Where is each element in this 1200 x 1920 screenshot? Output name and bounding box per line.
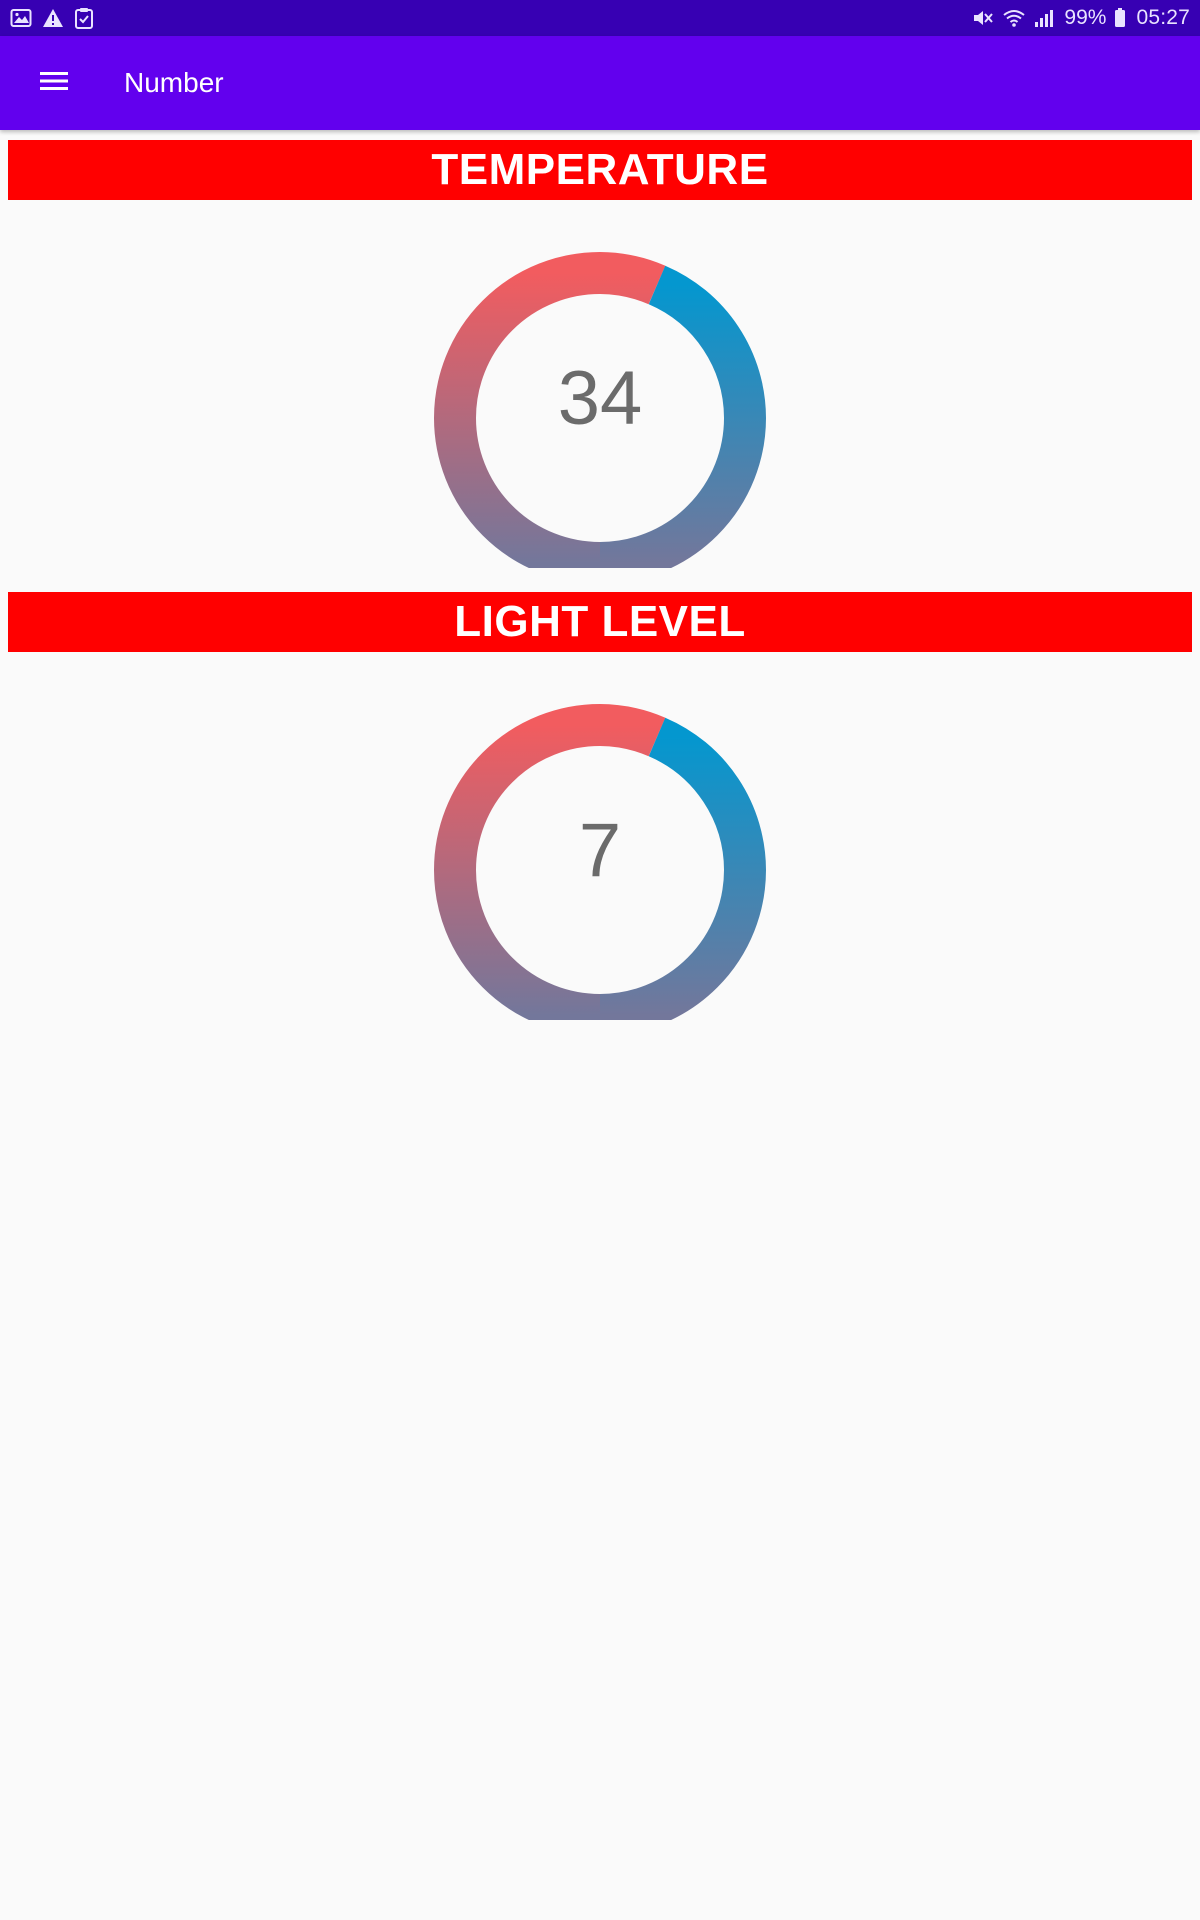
light-level-value: 7 [578, 807, 622, 893]
temperature-value: 34 [557, 355, 643, 441]
hamburger-menu-icon [39, 69, 69, 98]
light-level-gauge: 7 [430, 680, 770, 1020]
clipboard-check-icon [74, 7, 94, 29]
status-notifications [10, 7, 94, 29]
battery-icon [1114, 8, 1126, 28]
menu-button[interactable] [26, 55, 82, 111]
image-icon [10, 8, 32, 28]
app-title: Number [124, 67, 224, 98]
clock: 05:27 [1136, 6, 1190, 29]
wifi-icon [1002, 8, 1026, 28]
light-level-header: LIGHT LEVEL [8, 592, 1192, 652]
mute-icon [972, 8, 994, 28]
status-bar: 99% 05:27 [0, 0, 1200, 36]
warning-icon [42, 8, 64, 28]
battery-percent: 99% [1064, 6, 1107, 29]
signal-icon [1034, 8, 1054, 28]
temperature-header: TEMPERATURE [8, 140, 1192, 200]
temperature-gauge: 34 [430, 228, 770, 568]
status-system: 99% 05:27 [972, 6, 1190, 30]
app-bar: Number [0, 36, 1200, 130]
